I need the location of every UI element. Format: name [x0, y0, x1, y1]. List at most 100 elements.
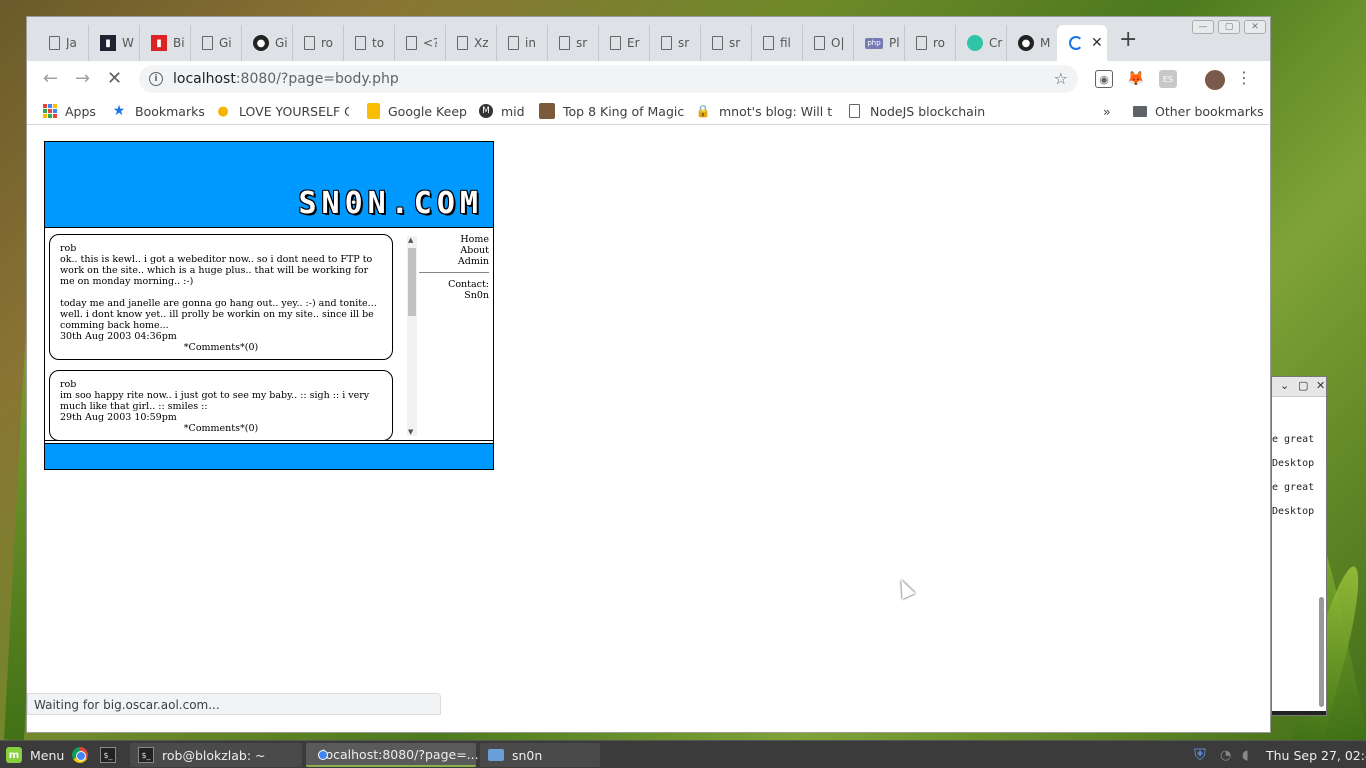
- url-path: :8080/?page=body.php: [235, 71, 399, 87]
- terminal-icon: $_: [138, 747, 154, 763]
- tab[interactable]: php Pl: [853, 25, 905, 61]
- tab[interactable]: to: [343, 25, 395, 61]
- launcher-chrome[interactable]: [72, 741, 96, 768]
- close-window-icon[interactable]: ✕: [1244, 20, 1266, 34]
- tab[interactable]: fil: [751, 25, 803, 61]
- page-icon: [202, 36, 213, 50]
- bookmark-mid[interactable]: M mid: [479, 101, 525, 121]
- tab[interactable]: <?: [394, 25, 446, 61]
- bookmark-love-yourself[interactable]: ● LOVE YOURSELF CH: [215, 101, 349, 121]
- bookmark-star-icon[interactable]: ☆: [1054, 69, 1068, 88]
- scroll-up-arrow-icon[interactable]: ▲: [408, 236, 413, 244]
- extension-es-icon[interactable]: ES: [1159, 70, 1177, 88]
- task-folder[interactable]: sn0n: [480, 743, 600, 767]
- bookmark-bookmarks[interactable]: ★ Bookmarks: [111, 101, 205, 121]
- bookmark-apps[interactable]: Apps: [43, 101, 96, 121]
- minimize-icon[interactable]: —: [1192, 20, 1214, 34]
- nav-admin-link[interactable]: Admin: [419, 256, 489, 267]
- shield-icon[interactable]: ⛨: [1194, 741, 1206, 768]
- folder-icon: [1133, 105, 1147, 117]
- star-icon: ★: [112, 103, 126, 119]
- tab[interactable]: Er: [598, 25, 650, 61]
- terminal-window[interactable]: ⌄ ▢ ✕ e great Desktop e great Desktop: [1271, 376, 1327, 716]
- page-icon: [763, 36, 774, 50]
- posts-frame[interactable]: rob ok.. this is kewl.. i got a webedito…: [49, 232, 419, 440]
- nav-about-link[interactable]: About: [419, 245, 489, 256]
- tab[interactable]: ● M: [1006, 25, 1058, 61]
- extension-keep-icon[interactable]: ◉: [1095, 70, 1113, 88]
- bookmark-nodejs-blockchain[interactable]: NodeJS blockchain in: [849, 101, 987, 121]
- start-menu-button[interactable]: m Menu: [6, 741, 64, 768]
- tab-title: sr: [729, 36, 741, 50]
- tab[interactable]: sr: [700, 25, 752, 61]
- tab[interactable]: O|: [802, 25, 854, 61]
- tab[interactable]: in: [496, 25, 548, 61]
- wifi-icon[interactable]: ◔: [1220, 741, 1231, 768]
- clock[interactable]: Thu Sep 27, 02:49: [1266, 741, 1366, 768]
- bookmark-google-keep[interactable]: Google Keep: [367, 101, 467, 121]
- site-logo: SN0N.COM: [298, 186, 483, 221]
- page-icon: [610, 36, 621, 50]
- contact-link[interactable]: Sn0n: [419, 290, 489, 301]
- tab[interactable]: ▮ W: [88, 25, 140, 61]
- task-terminal[interactable]: $_ rob@blokzlab: ~: [130, 743, 302, 767]
- footer-divider: [45, 440, 493, 441]
- tab[interactable]: sr: [649, 25, 701, 61]
- tab[interactable]: Gi: [190, 25, 242, 61]
- site-info-icon[interactable]: i: [149, 72, 163, 86]
- tab-title: in: [525, 36, 536, 50]
- tab-active[interactable]: ✕: [1057, 25, 1107, 61]
- terminal-close-icon[interactable]: ✕: [1316, 379, 1325, 392]
- posts-scrollbar[interactable]: ▲ ▼: [407, 236, 417, 436]
- profile-avatar[interactable]: [1205, 70, 1225, 90]
- tab[interactable]: sr: [547, 25, 599, 61]
- tab[interactable]: ● Gi: [241, 25, 293, 61]
- nav-home-link[interactable]: Home: [419, 234, 489, 245]
- magic-icon: [539, 103, 555, 119]
- address-bar[interactable]: i localhost:8080/?page=body.php ☆: [139, 65, 1078, 93]
- task-browser[interactable]: localhost:8080/?page=...: [306, 743, 479, 767]
- terminal-scrollbar[interactable]: [1319, 597, 1324, 707]
- mint-logo-icon: m: [6, 747, 22, 763]
- tab-title: Xz: [474, 36, 488, 50]
- tab[interactable]: Xz: [445, 25, 497, 61]
- terminal-minimize-icon[interactable]: ⌄: [1280, 379, 1289, 392]
- github-icon: ●: [253, 35, 269, 51]
- nav-divider: [419, 272, 489, 273]
- scroll-down-arrow-icon[interactable]: ▼: [408, 428, 413, 436]
- maximize-icon[interactable]: ▢: [1218, 20, 1240, 34]
- terminal-maximize-icon[interactable]: ▢: [1298, 379, 1308, 392]
- tab[interactable]: ro: [292, 25, 344, 61]
- tab[interactable]: ▮ Bi: [139, 25, 191, 61]
- tab-strip: ●MCrrophpPlO|filsrsrErsrinXz<?toro●GiGi▮…: [27, 17, 1270, 61]
- folder-icon: [488, 749, 504, 761]
- comments-link[interactable]: *Comments*(0): [60, 342, 382, 353]
- browser-window: ●MCrrophpPlO|filsrsrErsrinXz<?toro●GiGi▮…: [26, 16, 1271, 733]
- launcher-terminal[interactable]: $_: [100, 741, 124, 768]
- bookmark-other[interactable]: Other bookmarks: [1133, 101, 1264, 121]
- browser-menu-icon[interactable]: ⋮: [1236, 69, 1252, 87]
- bookmark-mnot-blog[interactable]: 🔒 mnot's blog: Will the: [695, 101, 833, 121]
- tab[interactable]: Ja: [37, 25, 89, 61]
- stop-loading-icon[interactable]: ✕: [107, 69, 122, 89]
- close-tab-icon[interactable]: ✕: [1091, 35, 1103, 51]
- forward-arrow-icon[interactable]: →: [75, 69, 90, 89]
- tab[interactable]: Cr: [955, 25, 1007, 61]
- page-icon: [849, 104, 860, 118]
- tab-title: W: [122, 36, 134, 50]
- page-icon: [508, 36, 519, 50]
- volume-icon[interactable]: ◖: [1242, 741, 1249, 768]
- tab-title: ro: [321, 36, 334, 50]
- tab-title: Bi: [173, 36, 185, 50]
- metamask-fox-icon[interactable]: 🦊: [1127, 70, 1145, 88]
- back-arrow-icon[interactable]: ←: [43, 69, 58, 89]
- github-icon: ●: [1018, 35, 1034, 51]
- bookmark-king-of-magic[interactable]: Top 8 King of Magic: [539, 101, 693, 121]
- terminal-titlebar[interactable]: ⌄ ▢ ✕: [1272, 377, 1326, 397]
- scrollbar-thumb[interactable]: [408, 248, 416, 316]
- tab[interactable]: ro: [904, 25, 956, 61]
- tab-title: Er: [627, 36, 640, 50]
- new-tab-button[interactable]: +: [1119, 29, 1137, 51]
- more-bookmarks-chevron[interactable]: »: [1103, 101, 1111, 121]
- comments-link[interactable]: *Comments*(0): [60, 423, 382, 434]
